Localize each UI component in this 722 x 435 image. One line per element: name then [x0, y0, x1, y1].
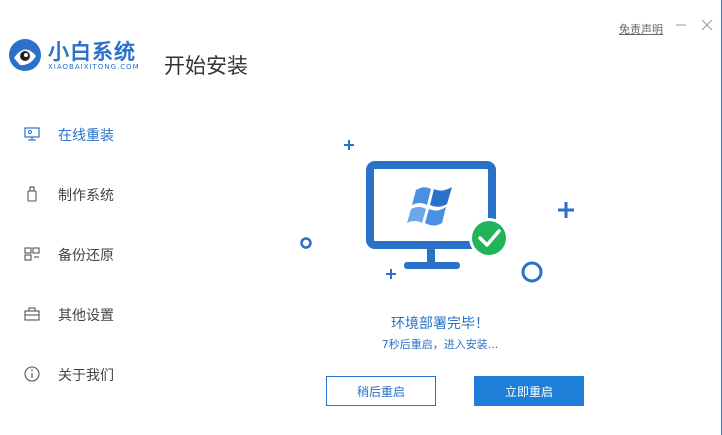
status-countdown: 7秒后重启，进入安装...: [381, 338, 499, 351]
sidebar-item-about-us[interactable]: 关于我们: [0, 354, 250, 394]
close-icon: [701, 19, 713, 31]
sidebar-item-online-reinstall[interactable]: 在线重装: [0, 114, 250, 154]
plus-icon: [344, 140, 354, 150]
sidebar-item-label: 制作系统: [58, 188, 114, 204]
brand-name: 小白系统: [48, 40, 136, 64]
disclaimer-link[interactable]: 免责声明: [619, 21, 663, 37]
monitor-icon: [22, 124, 42, 144]
minimize-button[interactable]: [672, 16, 690, 34]
usb-icon: [22, 184, 42, 204]
plus-icon: [386, 269, 396, 279]
sidebar-item-backup-restore[interactable]: 备份还原: [0, 234, 250, 274]
install-illustration: [290, 125, 590, 300]
circle-decoration: [521, 261, 543, 283]
sidebar-item-label: 其他设置: [58, 308, 114, 324]
page-title: 开始安装: [164, 54, 248, 78]
status-title: 环境部署完毕！: [391, 316, 489, 332]
minimize-icon: [676, 24, 686, 26]
title-bar: 小白系统 XIAOBAIXITONG.COM 开始安装 免责声明: [0, 0, 722, 95]
close-button[interactable]: [698, 16, 716, 34]
logo-icon: [8, 38, 42, 72]
windows-logo-icon: [407, 187, 452, 226]
sidebar-item-label: 关于我们: [58, 368, 114, 384]
settings-box-icon: [22, 304, 42, 324]
backup-icon: [22, 244, 42, 264]
sidebar-item-label: 备份还原: [58, 248, 114, 264]
sidebar-item-other-settings[interactable]: 其他设置: [0, 294, 250, 334]
sidebar-item-label: 在线重装: [58, 128, 114, 144]
plus-icon: [558, 202, 574, 218]
check-circle-icon: [469, 218, 509, 258]
circle-decoration: [300, 237, 312, 249]
info-icon: [22, 364, 42, 384]
brand-domain: XIAOBAIXITONG.COM: [48, 63, 140, 71]
restart-later-button[interactable]: 稍后重启: [326, 376, 436, 406]
sidebar-item-make-system[interactable]: 制作系统: [0, 174, 250, 214]
restart-now-button[interactable]: 立即重启: [474, 376, 584, 406]
